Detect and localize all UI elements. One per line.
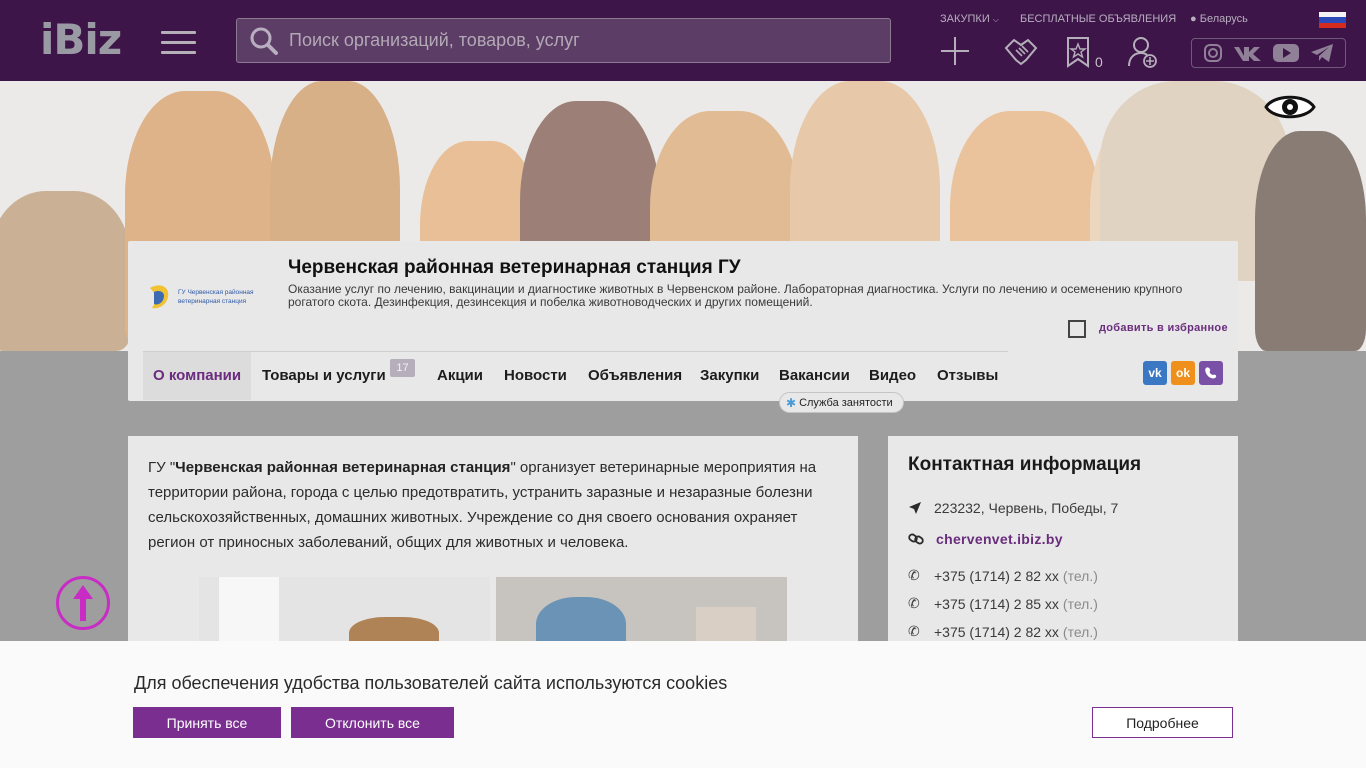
- snowflake-icon: ✱: [786, 395, 797, 410]
- site-logo[interactable]: iBiz: [40, 18, 122, 62]
- about-company-name: Червенская районная ветеринарная станция: [175, 459, 511, 476]
- tab-reviews[interactable]: Отзывы: [937, 352, 998, 400]
- region-link[interactable]: ● Беларусь: [1190, 13, 1248, 25]
- purchases-dropdown[interactable]: ЗАКУПКИ ⌵: [940, 13, 999, 25]
- social-links: [1191, 38, 1346, 68]
- instagram-icon[interactable]: [1203, 43, 1223, 63]
- tab-about[interactable]: О компании: [143, 352, 252, 400]
- menu-burger-icon[interactable]: [161, 31, 196, 54]
- phone-row: ✆ +375 (1714) 2 82 xx (тел.): [908, 623, 1098, 640]
- vk-share-icon[interactable]: vk: [1143, 361, 1167, 385]
- star-bookmark-icon[interactable]: [1066, 36, 1090, 68]
- handshake-icon[interactable]: [1004, 36, 1038, 66]
- add-user-icon[interactable]: [1128, 36, 1158, 68]
- company-logo: ГУ Червенская районная ветеринарная стан…: [150, 285, 254, 309]
- phone-row: ✆ +375 (1714) 2 82 xx (тел.): [908, 567, 1098, 584]
- phone-type: (тел.): [1062, 595, 1098, 612]
- search-input[interactable]: [279, 19, 890, 62]
- purchases-label: ЗАКУПКИ: [940, 13, 990, 25]
- search-bar: [236, 18, 891, 63]
- company-logo-text: ГУ Червенская районная: [178, 288, 254, 296]
- phone-number[interactable]: +375 (1714) 2 82 xx: [934, 624, 1059, 640]
- company-description: Оказание услуг по лечению, вакцинации и …: [288, 282, 1183, 309]
- phone-type: (тел.): [1062, 623, 1098, 640]
- contacts-title: Контактная информация: [908, 454, 1142, 475]
- phone-number[interactable]: +375 (1714) 2 85 xx: [934, 596, 1059, 612]
- tab-purchases[interactable]: Закупки: [700, 352, 759, 400]
- phone-icon: ✆: [908, 595, 920, 611]
- phone-number[interactable]: +375 (1714) 2 82 xx: [934, 568, 1059, 584]
- favorites-count: 0: [1095, 54, 1103, 70]
- add-to-favorites-link[interactable]: добавить в избранное: [1099, 322, 1228, 334]
- cookie-banner: [0, 641, 1366, 768]
- tab-goods-services[interactable]: Товары и услуги: [262, 352, 386, 400]
- address-row: 223232, Червень, Победы, 7: [908, 500, 1118, 516]
- search-icon[interactable]: [249, 26, 279, 56]
- plus-icon[interactable]: [940, 36, 970, 66]
- cookie-text: Для обеспечения удобства пользователей с…: [134, 673, 728, 693]
- employment-service-label: Служба занятости: [799, 396, 893, 409]
- scroll-to-top-button[interactable]: [56, 576, 110, 630]
- location-pin-icon: ●: [1190, 13, 1197, 25]
- telegram-icon[interactable]: [1310, 43, 1334, 63]
- tab-promotions[interactable]: Акции: [437, 352, 483, 400]
- address-text: 223232, Червень, Победы, 7: [934, 500, 1119, 516]
- about-prefix: ГУ ": [148, 459, 176, 476]
- phone-icon: ✆: [908, 623, 920, 639]
- tab-news[interactable]: Новости: [504, 352, 567, 400]
- youtube-icon[interactable]: [1272, 43, 1300, 63]
- accept-cookies-button[interactable]: Принять все: [133, 707, 281, 738]
- link-icon: [908, 532, 934, 546]
- chevron-down-icon: ⌵: [992, 15, 999, 24]
- region-label: Беларусь: [1199, 13, 1248, 25]
- visibility-eye-icon[interactable]: [1264, 90, 1316, 124]
- reject-cookies-button[interactable]: Отклонить все: [291, 707, 454, 738]
- employment-service-link[interactable]: ✱ Служба занятости: [779, 392, 904, 413]
- phone-row: ✆ +375 (1714) 2 85 xx (тел.): [908, 595, 1098, 612]
- top-header: iBiz ЗАКУПКИ ⌵ БЕСПЛАТНЫЕ ОБЪЯВЛЕНИЯ ● Б…: [0, 0, 1366, 81]
- svg-text:ветеринарная станция: ветеринарная станция: [178, 298, 247, 305]
- goods-count-badge: 17: [390, 359, 415, 377]
- phone-icon: ✆: [908, 567, 920, 583]
- viber-share-icon[interactable]: [1199, 361, 1223, 385]
- about-text: ГУ "Червенская районная ветеринарная ста…: [148, 455, 838, 555]
- language-flag-icon[interactable]: [1319, 12, 1346, 28]
- vk-icon[interactable]: [1233, 43, 1263, 63]
- free-ads-link[interactable]: БЕСПЛАТНЫЕ ОБЪЯВЛЕНИЯ: [1020, 13, 1176, 25]
- favorite-checkbox[interactable]: [1068, 320, 1086, 338]
- company-title: Червенская районная ветеринарная станция…: [288, 257, 741, 278]
- odnoklassniki-share-icon[interactable]: ok: [1171, 361, 1195, 385]
- company-site-link[interactable]: chervenvet.ibiz.by: [936, 531, 1063, 547]
- location-arrow-icon: [908, 501, 934, 515]
- arrow-up-icon: [73, 585, 93, 621]
- site-row: chervenvet.ibiz.by: [908, 531, 1063, 547]
- cookie-details-button[interactable]: Подробнее: [1092, 707, 1233, 738]
- phone-type: (тел.): [1062, 567, 1098, 584]
- tab-ads[interactable]: Объявления: [588, 352, 682, 400]
